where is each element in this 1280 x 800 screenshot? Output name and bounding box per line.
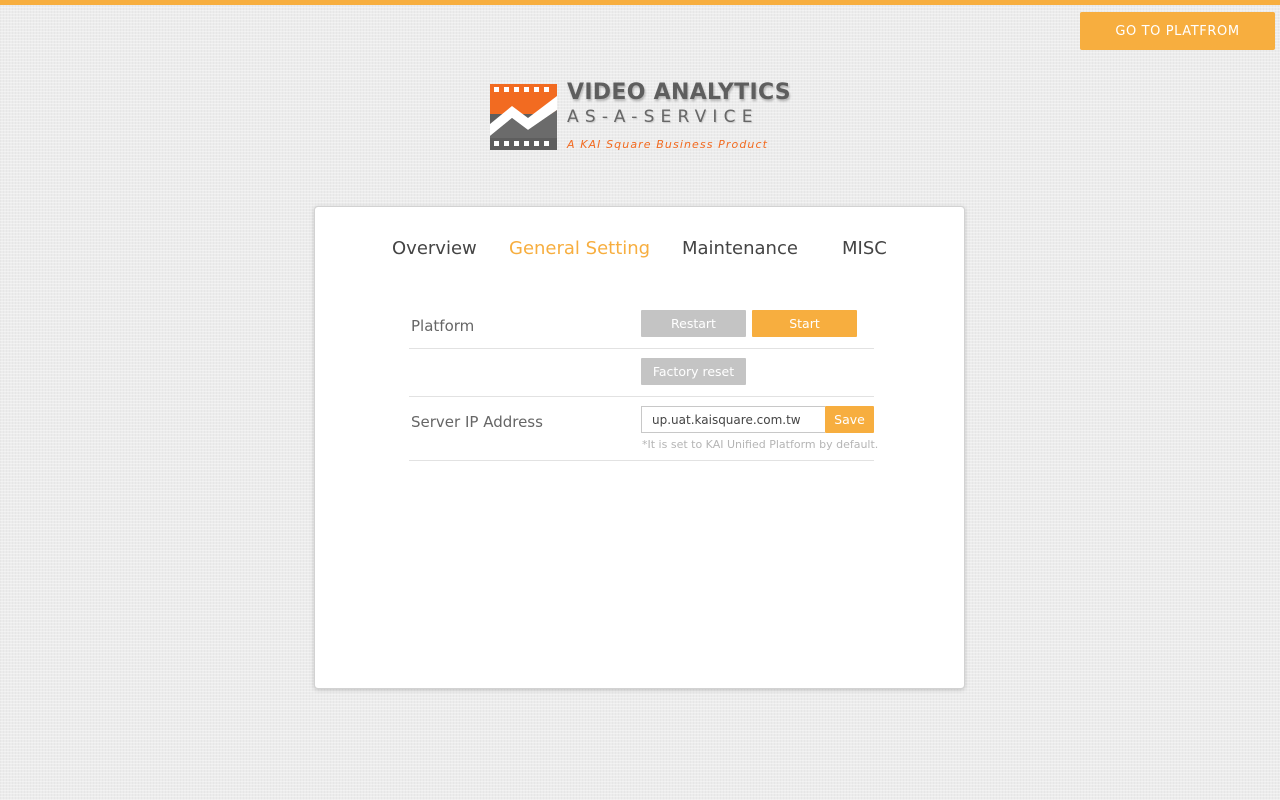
settings-card: Overview General Setting Maintenance MIS… — [314, 206, 965, 689]
film-strip-chart-logo-icon — [490, 84, 557, 150]
logo-subtitle: AS-A-SERVICE — [567, 107, 759, 127]
logo: VIDEO ANALYTICS AS-A-SERVICE A KAI Squar… — [490, 80, 795, 155]
start-button[interactable]: Start — [752, 310, 857, 337]
tab-misc[interactable]: MISC — [842, 238, 887, 259]
factory-reset-button[interactable]: Factory reset — [641, 358, 746, 385]
row-divider — [409, 460, 874, 461]
top-accent-bar — [0, 0, 1280, 5]
logo-tagline: A KAI Square Business Product — [567, 138, 769, 151]
tab-maintenance[interactable]: Maintenance — [682, 238, 798, 259]
tab-general-setting[interactable]: General Setting — [509, 238, 650, 259]
server-ip-input[interactable] — [641, 406, 825, 433]
save-button[interactable]: Save — [825, 406, 874, 433]
logo-title: VIDEO ANALYTICS — [567, 80, 791, 105]
tab-overview[interactable]: Overview — [392, 238, 477, 259]
server-ip-label: Server IP Address — [411, 413, 543, 431]
go-to-platform-button[interactable]: GO TO PLATFROM — [1080, 12, 1275, 50]
row-divider — [409, 348, 874, 349]
platform-label: Platform — [411, 317, 475, 335]
restart-button[interactable]: Restart — [641, 310, 746, 337]
server-ip-hint: *It is set to KAI Unified Platform by de… — [642, 438, 879, 451]
row-divider — [409, 396, 874, 397]
